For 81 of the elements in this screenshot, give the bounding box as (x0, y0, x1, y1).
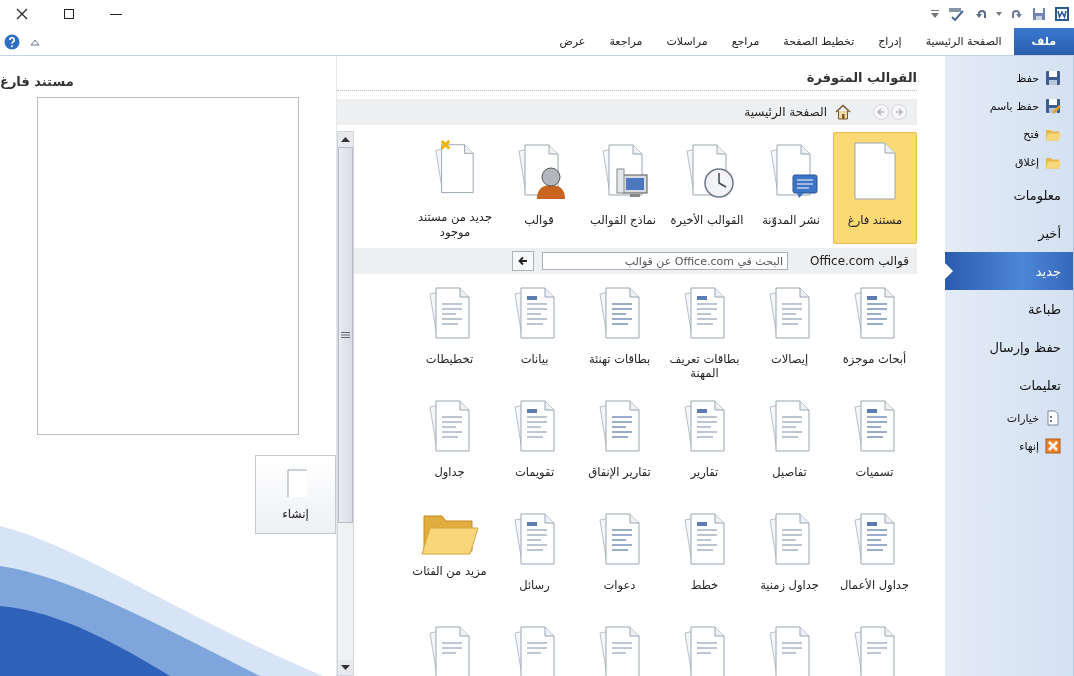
category-tile[interactable]: جداول زمنية (747, 508, 832, 621)
category-tile[interactable]: رسائل (492, 508, 577, 621)
template-tile[interactable]: قوالب (497, 132, 581, 244)
category-tile[interactable]: بيانات (492, 282, 577, 395)
category-tile[interactable]: تقارير (662, 395, 747, 508)
customize-toolbar-icon[interactable] (930, 9, 940, 19)
template-tile[interactable]: جديد من مستند موجود (413, 132, 497, 244)
create-button[interactable]: إنشاء (255, 455, 336, 534)
ribbon-tab[interactable]: مراسلات (654, 28, 720, 55)
maximize-icon[interactable] (62, 7, 76, 21)
scroll-down-button[interactable] (338, 660, 353, 675)
menu-command[interactable]: إنهاء (945, 432, 1073, 460)
category-tile[interactable]: إيصالات (747, 282, 832, 395)
search-field[interactable]: البحث في Office.com عن قوالب (542, 252, 788, 270)
category-tile[interactable]: دعوات (577, 508, 662, 621)
up-triangle-icon (341, 137, 350, 142)
category-tile[interactable]: جداول الأعمال (832, 508, 917, 621)
category-tile[interactable]: مزيد من الفئات (407, 508, 492, 621)
category-tile[interactable]: بطاقات تهنئة (577, 282, 662, 395)
template-tile[interactable]: القوالب الأخيرة (665, 132, 749, 244)
category-tile[interactable]: خطط (662, 508, 747, 621)
dropdown-caret-icon[interactable] (996, 12, 1002, 16)
template-tile[interactable]: نشر المدوّنة (749, 132, 833, 244)
ribbon-tab[interactable]: عرض (547, 28, 598, 55)
search-button[interactable] (512, 251, 534, 271)
category-tile[interactable]: تقويمات (492, 395, 577, 508)
undo-icon[interactable] (974, 7, 988, 21)
preview-title: مستند فارغ (0, 74, 74, 89)
redo-icon[interactable] (1010, 7, 1024, 21)
command-label: إغلاق (1015, 155, 1039, 169)
section-title: القوالب المتوفرة (337, 70, 917, 91)
category-tile[interactable]: تقارير الإنفاق (577, 395, 662, 508)
spell-check-icon[interactable] (948, 7, 966, 21)
command-label: حفظ (1016, 71, 1039, 85)
close-icon[interactable] (15, 7, 29, 21)
category-tile[interactable]: تخطيطات (407, 282, 492, 395)
command-label: إنهاء (1019, 439, 1039, 453)
menu-command[interactable]: إغلاق (945, 148, 1073, 176)
scrollbar-thumb[interactable] (338, 147, 353, 523)
menu-section[interactable]: تعليمات (945, 366, 1073, 404)
ribbon-tab[interactable]: إدراج (866, 28, 914, 55)
ribbon-tab[interactable]: تخطيط الصفحة (771, 28, 867, 55)
category-tile[interactable]: تسميات (832, 395, 917, 508)
save-icon[interactable] (1032, 7, 1046, 21)
menu-section[interactable]: جديد (945, 252, 1073, 290)
menu-section[interactable]: طباعة (945, 290, 1073, 328)
command-label: فتح (1023, 127, 1039, 141)
scroll-up-button[interactable] (338, 132, 353, 147)
floppy-disk-pencil-icon (1045, 98, 1061, 114)
category-tile[interactable]: تفاصيل (747, 395, 832, 508)
menu-section[interactable]: حفظ وإرسال (945, 328, 1073, 366)
exit-icon (1045, 438, 1061, 454)
menu-command[interactable]: حفظ (945, 64, 1073, 92)
category-tile[interactable]: بطاقات تعريف المهنة (662, 282, 747, 395)
office-com-heading: قوالب Office.com (810, 254, 909, 268)
category-tile[interactable]: أبحاث موجزة (832, 282, 917, 395)
menu-command[interactable]: حفظ باسم (945, 92, 1073, 120)
breadcrumb-location[interactable]: الصفحة الرئيسية (744, 105, 827, 119)
arrow-icon (518, 256, 528, 266)
home-icon[interactable] (835, 104, 851, 120)
grip-icon (341, 332, 350, 338)
menu-section[interactable]: معلومات (945, 176, 1073, 214)
scrollbar[interactable] (337, 131, 354, 676)
ribbon-tab[interactable]: ملف (1013, 28, 1074, 55)
ribbon-tab[interactable]: مراجع (719, 28, 772, 55)
down-triangle-icon (341, 665, 350, 670)
template-tile[interactable]: نماذج القوالب (581, 132, 665, 244)
command-label: خيارات (1006, 411, 1039, 425)
ribbon-tab[interactable]: مراجعة (597, 28, 655, 55)
help-icon[interactable] (4, 33, 20, 50)
collapse-ribbon-icon[interactable] (30, 37, 40, 46)
word-logo-icon[interactable] (1054, 6, 1070, 22)
ribbon-tab[interactable]: الصفحة الرئيسية (913, 28, 1014, 55)
document-icon (284, 468, 307, 497)
menu-command[interactable]: فتح (945, 120, 1073, 148)
category-tile[interactable]: جداول (407, 395, 492, 508)
command-label: حفظ باسم (989, 99, 1039, 113)
menu-command[interactable]: خيارات (945, 404, 1073, 432)
options-document-icon (1045, 410, 1061, 426)
menu-section[interactable]: أخير (945, 214, 1073, 252)
template-tile[interactable]: مستند فارغ (833, 132, 917, 244)
